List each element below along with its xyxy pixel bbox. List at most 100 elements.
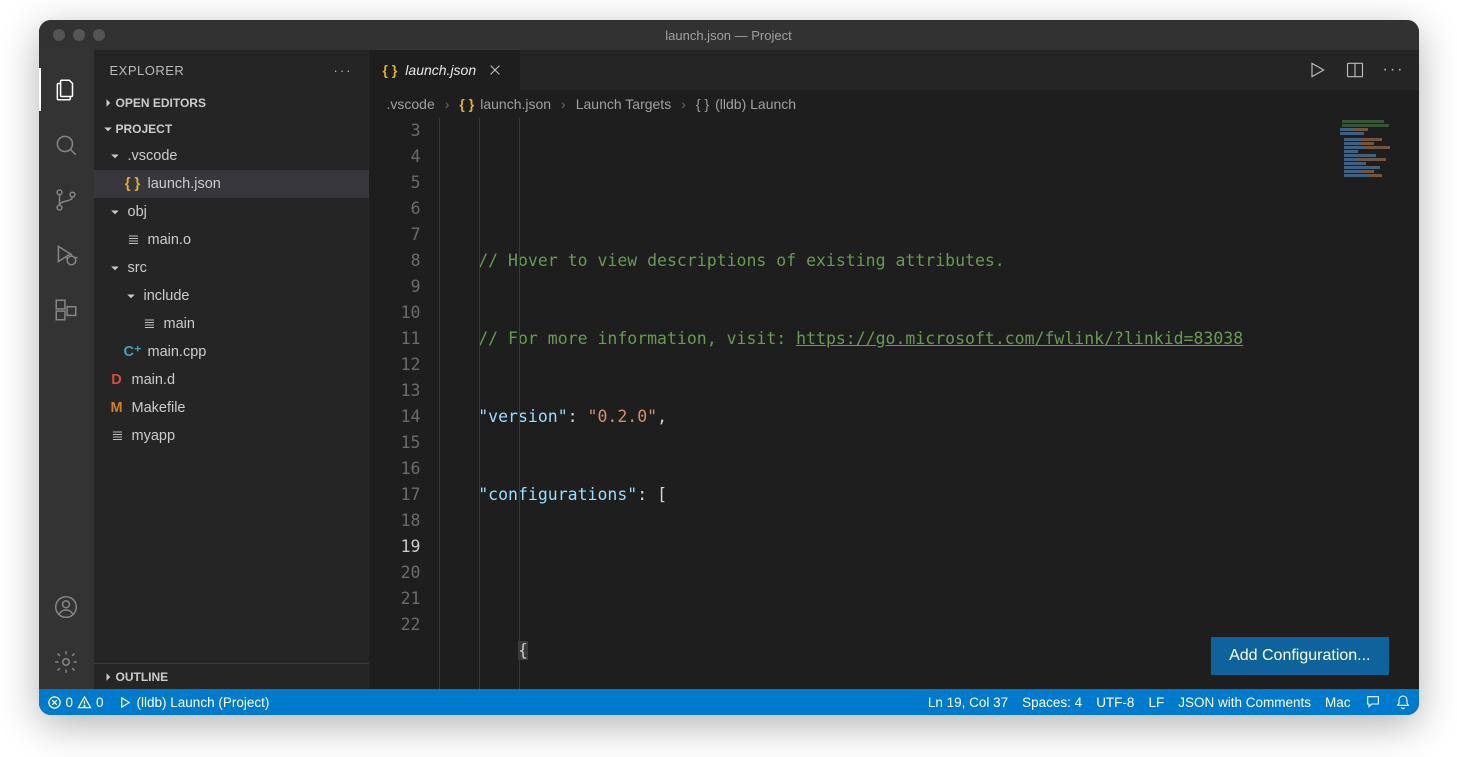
close-window-button[interactable] [53, 29, 65, 41]
warning-icon [77, 695, 92, 710]
tree-folder-src[interactable]: src [94, 254, 369, 282]
tree-folder-vscode[interactable]: .vscode [94, 142, 369, 170]
status-debug-target[interactable]: (lldb) Launch (Project) [118, 695, 270, 710]
json-icon: { } [383, 62, 398, 78]
editor[interactable]: 3 4 5 6 7 8 9 10 11 12 13 14 15 16 17 18 [369, 118, 1419, 689]
sidebar-header: EXPLORER ··· [94, 50, 369, 90]
search-icon [53, 132, 79, 158]
chevron-down-icon [108, 262, 122, 274]
tree-label: include [144, 288, 190, 304]
editor-more-button[interactable]: ··· [1383, 61, 1405, 79]
bell-icon [1395, 694, 1411, 710]
sidebar: EXPLORER ··· OPEN EDITORS PROJECT .vscod… [94, 50, 369, 689]
status-feedback[interactable] [1365, 694, 1381, 710]
crumb-symbol-1[interactable]: Launch Targets [576, 96, 671, 112]
status-encoding[interactable]: UTF-8 [1096, 695, 1134, 710]
status-eol[interactable]: LF [1148, 695, 1164, 710]
close-icon [488, 63, 502, 77]
chevron-down-icon [108, 206, 122, 218]
play-icon [1307, 60, 1327, 80]
crumb-folder[interactable]: .vscode [387, 96, 435, 112]
tree-folder-obj[interactable]: obj [94, 198, 369, 226]
split-icon [1345, 60, 1365, 80]
crumb-symbol-2[interactable]: { } (lldb) Launch [696, 96, 796, 112]
play-bug-icon [53, 242, 79, 268]
sidebar-more-button[interactable]: ··· [334, 63, 353, 78]
run-button[interactable] [1307, 60, 1327, 80]
project-label: PROJECT [116, 122, 173, 136]
chevron-down-icon [108, 150, 122, 162]
code-area[interactable]: // Hover to view descriptions of existin… [439, 118, 1419, 689]
tab-label: launch.json [405, 62, 476, 78]
chevron-right-icon [100, 97, 116, 109]
account-icon [53, 594, 79, 620]
tree-file-myapp[interactable]: ≣ myapp [94, 422, 369, 450]
tree-file-main-o[interactable]: ≣ main.o [94, 226, 369, 254]
activity-source-control[interactable] [39, 172, 94, 227]
editor-group: { } launch.json ··· [369, 50, 1419, 689]
tree-label: main.o [148, 232, 192, 248]
line-gutter: 3 4 5 6 7 8 9 10 11 12 13 14 15 16 17 18 [369, 118, 439, 689]
gear-icon [53, 649, 79, 675]
chevron-right-icon [100, 671, 116, 683]
tree-label: main.d [132, 372, 176, 388]
minimize-window-button[interactable] [73, 29, 85, 41]
breadcrumbs: .vscode › { } launch.json › Launch Targe… [369, 90, 1419, 118]
activity-accounts[interactable] [39, 579, 94, 634]
activity-bar [39, 50, 94, 689]
tree-label: src [128, 260, 147, 276]
chevron-down-icon [100, 123, 116, 135]
tree-file-main[interactable]: ≣ main [94, 310, 369, 338]
outline-label: OUTLINE [116, 670, 169, 684]
status-cursor-position[interactable]: Ln 19, Col 37 [928, 695, 1008, 710]
activity-settings[interactable] [39, 634, 94, 689]
braces-icon: { } [696, 96, 709, 112]
activity-explorer[interactable] [39, 62, 94, 117]
tree-label: launch.json [148, 176, 221, 192]
json-icon: { } [124, 176, 142, 192]
json-icon: { } [459, 96, 474, 112]
tree-file-makefile[interactable]: M Makefile [94, 394, 369, 422]
minimap[interactable] [1334, 118, 1419, 198]
tree-file-main-d[interactable]: D main.d [94, 366, 369, 394]
file-icon: ≣ [140, 316, 158, 332]
files-icon [53, 77, 79, 103]
open-editors-section[interactable]: OPEN EDITORS [94, 90, 369, 116]
file-icon: ≣ [108, 428, 126, 444]
crumb-file[interactable]: { } launch.json [459, 96, 551, 112]
open-editors-label: OPEN EDITORS [116, 96, 206, 110]
file-icon: ≣ [124, 232, 142, 248]
error-icon [47, 695, 62, 710]
status-errors[interactable]: 0 0 [47, 695, 104, 710]
project-section[interactable]: PROJECT [94, 116, 369, 142]
chevron-down-icon [124, 290, 138, 302]
tabs-row: { } launch.json ··· [369, 50, 1419, 90]
activity-run-debug[interactable] [39, 227, 94, 282]
split-editor-button[interactable] [1345, 60, 1365, 80]
outline-section[interactable]: OUTLINE [94, 663, 369, 689]
app-window: launch.json — Project [39, 20, 1419, 715]
zoom-window-button[interactable] [93, 29, 105, 41]
chevron-right-icon: › [561, 96, 566, 112]
chevron-right-icon: › [445, 96, 450, 112]
tab-close-button[interactable] [484, 61, 506, 79]
sidebar-title: EXPLORER [110, 63, 185, 78]
tree-file-launch-json[interactable]: { } launch.json [94, 170, 369, 198]
activity-search[interactable] [39, 117, 94, 172]
file-tree: .vscode { } launch.json obj ≣ main.o src [94, 142, 369, 450]
status-indentation[interactable]: Spaces: 4 [1022, 695, 1082, 710]
status-os[interactable]: Mac [1325, 695, 1351, 710]
activity-extensions[interactable] [39, 282, 94, 337]
status-language-mode[interactable]: JSON with Comments [1178, 695, 1311, 710]
tree-label: myapp [132, 428, 176, 444]
tree-label: Makefile [132, 400, 186, 416]
tree-file-main-cpp[interactable]: C⁺ main.cpp [94, 338, 369, 366]
branch-icon [53, 187, 79, 213]
status-notifications[interactable] [1395, 694, 1411, 710]
tree-folder-include[interactable]: include [94, 282, 369, 310]
add-configuration-button[interactable]: Add Configuration... [1211, 637, 1388, 675]
tab-launch-json[interactable]: { } launch.json [369, 50, 522, 90]
chevron-right-icon: › [681, 96, 686, 112]
traffic-lights [39, 29, 105, 41]
tree-label: .vscode [128, 148, 178, 164]
